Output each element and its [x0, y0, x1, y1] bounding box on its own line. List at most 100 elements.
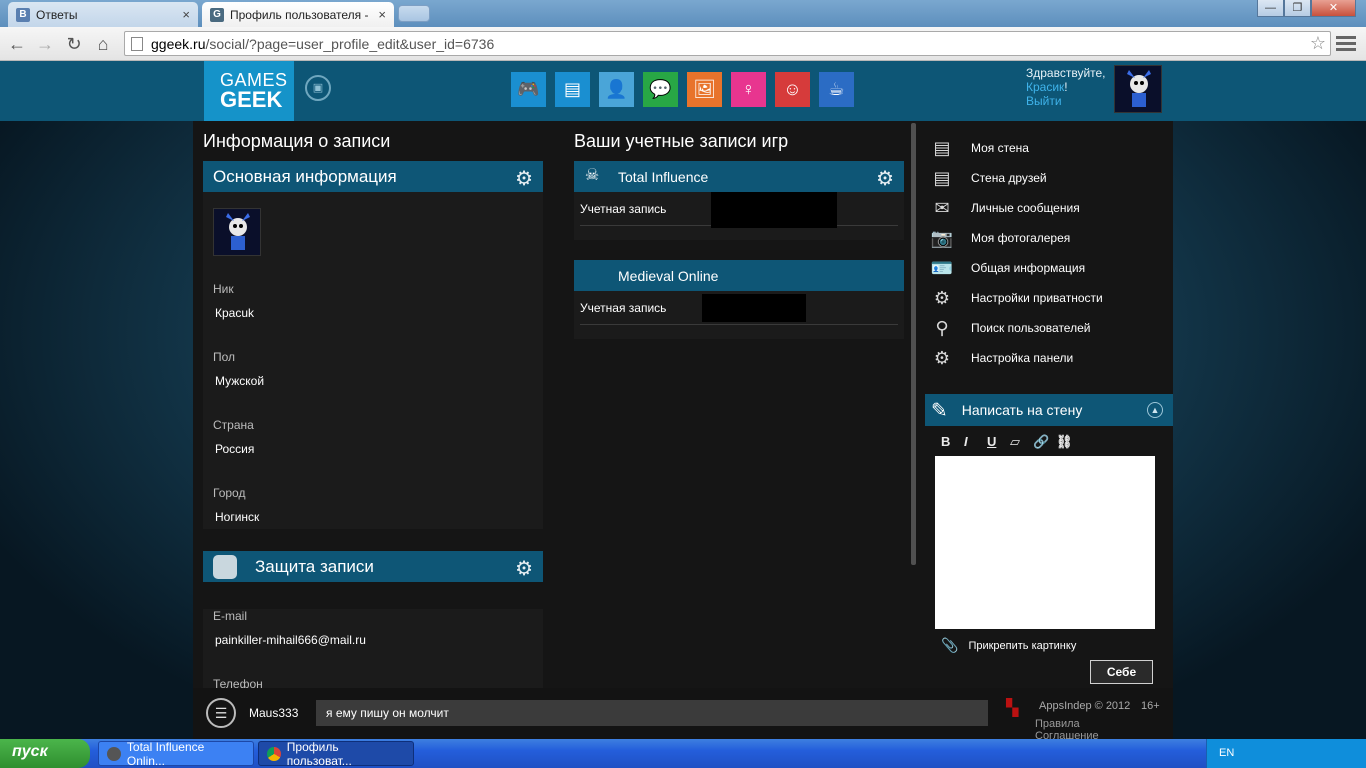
menu-item-label: Общая информация	[971, 261, 1086, 275]
menu-item[interactable]: ✉ Личные сообщения	[925, 193, 1173, 223]
copyright: AppsIndep © 2012	[1039, 700, 1131, 712]
attach-image-link[interactable]: 📎 Прикрепить картинку	[941, 637, 1173, 654]
scrollbar[interactable]	[911, 123, 916, 565]
user-greeting: Здравствуйте, Красик! Выйти	[1026, 66, 1106, 108]
task-label: Total Influence Onlin...	[126, 739, 205, 768]
paperclip-icon: 📎	[941, 637, 959, 653]
account-row: Учетная запись	[580, 291, 898, 325]
field-value: Красuk	[215, 306, 255, 320]
games-icon[interactable]: 🎮	[511, 72, 546, 107]
taskbar-item-total-influence[interactable]: Total Influence Onlin...	[98, 739, 254, 768]
field-value: Ногинск	[215, 510, 260, 524]
header-avatar[interactable]	[1114, 65, 1162, 113]
menu-item[interactable]: ⚲ Поиск пользователей	[925, 313, 1173, 343]
mail-icon: ✉	[934, 197, 950, 218]
basic-info-body: Ник Красuk Пол Мужской Страна Россия Город Ноги…	[203, 192, 543, 529]
bookmark-star-icon[interactable]: ☆	[1310, 33, 1326, 54]
profile-icon[interactable]: 👤	[599, 72, 634, 107]
chat-icon[interactable]: 💬	[643, 72, 678, 107]
close-window-button[interactable]: ✕	[1311, 0, 1356, 17]
tab-profile[interactable]: G Профиль пользователя - G ×	[202, 2, 394, 27]
menu-item-label: Моя фотогалерея	[971, 231, 1071, 245]
chat-icon[interactable]: ☰	[206, 698, 236, 728]
soldier-icon: ☠	[584, 166, 600, 184]
forward-icon[interactable]: →	[34, 33, 56, 55]
menu-item[interactable]: ▤ Стена друзей	[925, 163, 1173, 193]
tab-close-icon[interactable]: ×	[182, 7, 190, 22]
field-label: Пол	[213, 350, 236, 364]
device-icon[interactable]: ▣	[305, 75, 331, 101]
menu-item[interactable]: 🪪 Общая информация	[925, 253, 1173, 283]
menu-icon[interactable]	[1336, 33, 1356, 53]
unlink-icon[interactable]: ⛓	[1056, 434, 1079, 450]
field-label: Страна	[213, 418, 254, 432]
tab-answers[interactable]: В Ответы ×	[8, 2, 198, 27]
avatar[interactable]	[213, 208, 261, 256]
gallery-icon[interactable]: 🖼	[687, 72, 722, 107]
panel-settings-icon: ⚙	[933, 347, 951, 368]
eraser-icon[interactable]: ▱	[1010, 434, 1033, 450]
reload-icon[interactable]: ↻	[63, 33, 85, 55]
wall-icon: ▤	[933, 137, 951, 158]
browser-toolbar: ← → ↻ ⌂ ggeek.ru/social/?page=user_profi…	[0, 27, 1366, 61]
menu-item-label: Личные сообщения	[971, 201, 1080, 215]
anime-icon[interactable]: ☺	[775, 72, 810, 107]
start-button[interactable]: пуск	[0, 739, 90, 768]
address-bar[interactable]: ggeek.ru/social/?page=user_profile_edit&…	[124, 31, 1331, 56]
greeting-text: Здравствуйте,	[1026, 66, 1106, 80]
post-to-self-button[interactable]: Себе	[1090, 660, 1153, 684]
editor-toolbar: B I U ▱ 🔗 ⛓	[925, 426, 1173, 450]
game-name: Total Influence	[618, 168, 709, 185]
id-card-icon: 🪪	[930, 257, 954, 278]
taskbar-item-chrome[interactable]: Профиль пользоват...	[258, 739, 414, 768]
underline-icon[interactable]: U	[987, 434, 1010, 450]
menu-item[interactable]: ⚙ Настройки приватности	[925, 283, 1173, 313]
gear-icon[interactable]: ⚙	[515, 556, 533, 581]
field-value: Мужской	[215, 374, 265, 388]
chrome-icon	[267, 746, 281, 761]
cafe-icon[interactable]: ☕	[819, 72, 854, 107]
gear-icon[interactable]: ⚙	[876, 166, 894, 191]
gear-icon[interactable]: ⚙	[515, 166, 533, 191]
redacted-account	[711, 189, 838, 228]
bold-icon[interactable]: B	[941, 434, 964, 450]
basic-info-header: Основная информация ⚙	[203, 161, 543, 192]
task-label: Профиль пользоват...	[286, 739, 352, 768]
menu-item-label: Настройки приватности	[971, 291, 1103, 305]
menu-item[interactable]: ⚙ Настройка панели	[925, 343, 1173, 373]
back-icon[interactable]: ←	[6, 33, 28, 55]
write-wall-title: Написать на стену	[961, 402, 1083, 418]
camera-icon: 📷	[930, 227, 954, 248]
attach-label: Прикрепить картинку	[968, 639, 1077, 652]
security-header: Защита записи ⚙	[203, 551, 543, 582]
search-icon: ⚲	[935, 317, 949, 338]
chat-username[interactable]: Maus333	[249, 706, 298, 720]
minimize-button[interactable]: —	[1257, 0, 1284, 17]
rules-link[interactable]: Правила	[1035, 718, 1080, 730]
shield-icon	[213, 554, 237, 579]
collapse-icon[interactable]: ▲	[1147, 402, 1163, 418]
game-accounts-title: Ваши учетные записи игр	[574, 131, 789, 151]
new-tab-button[interactable]	[398, 5, 430, 22]
maximize-button[interactable]: ❐	[1284, 0, 1311, 17]
wall-text-editor[interactable]	[935, 456, 1155, 629]
chat-footer: ☰ Maus333 я ему пишу он молчит ▚ AppsInd…	[193, 688, 1173, 742]
tab-close-icon[interactable]: ×	[378, 7, 386, 22]
main-nav: 🎮 ▤ 👤 💬 🖼 ♀ ☺ ☕	[511, 72, 863, 107]
game-app-icon	[107, 746, 121, 761]
username-link[interactable]: Красик	[1026, 80, 1064, 94]
account-row: Учетная запись	[580, 189, 898, 228]
menu-item[interactable]: 📷 Моя фотогалерея	[925, 223, 1173, 253]
language-indicator[interactable]: EN	[1219, 747, 1234, 759]
italic-icon[interactable]: I	[964, 434, 987, 450]
write-wall-header[interactable]: ✎ Написать на стену ▲	[925, 394, 1173, 426]
girl-icon[interactable]: ♀	[731, 72, 766, 107]
menu-item[interactable]: ▤ Моя стена	[925, 133, 1173, 163]
site-logo[interactable]: GAMES GEEK	[204, 61, 294, 121]
news-icon[interactable]: ▤	[555, 72, 590, 107]
home-icon[interactable]: ⌂	[92, 33, 114, 55]
logout-link[interactable]: Выйти	[1026, 94, 1106, 108]
gear-icon: ⚙	[933, 287, 951, 308]
link-icon[interactable]: 🔗	[1033, 434, 1056, 450]
record-info-title: Информация о записи	[203, 131, 391, 151]
